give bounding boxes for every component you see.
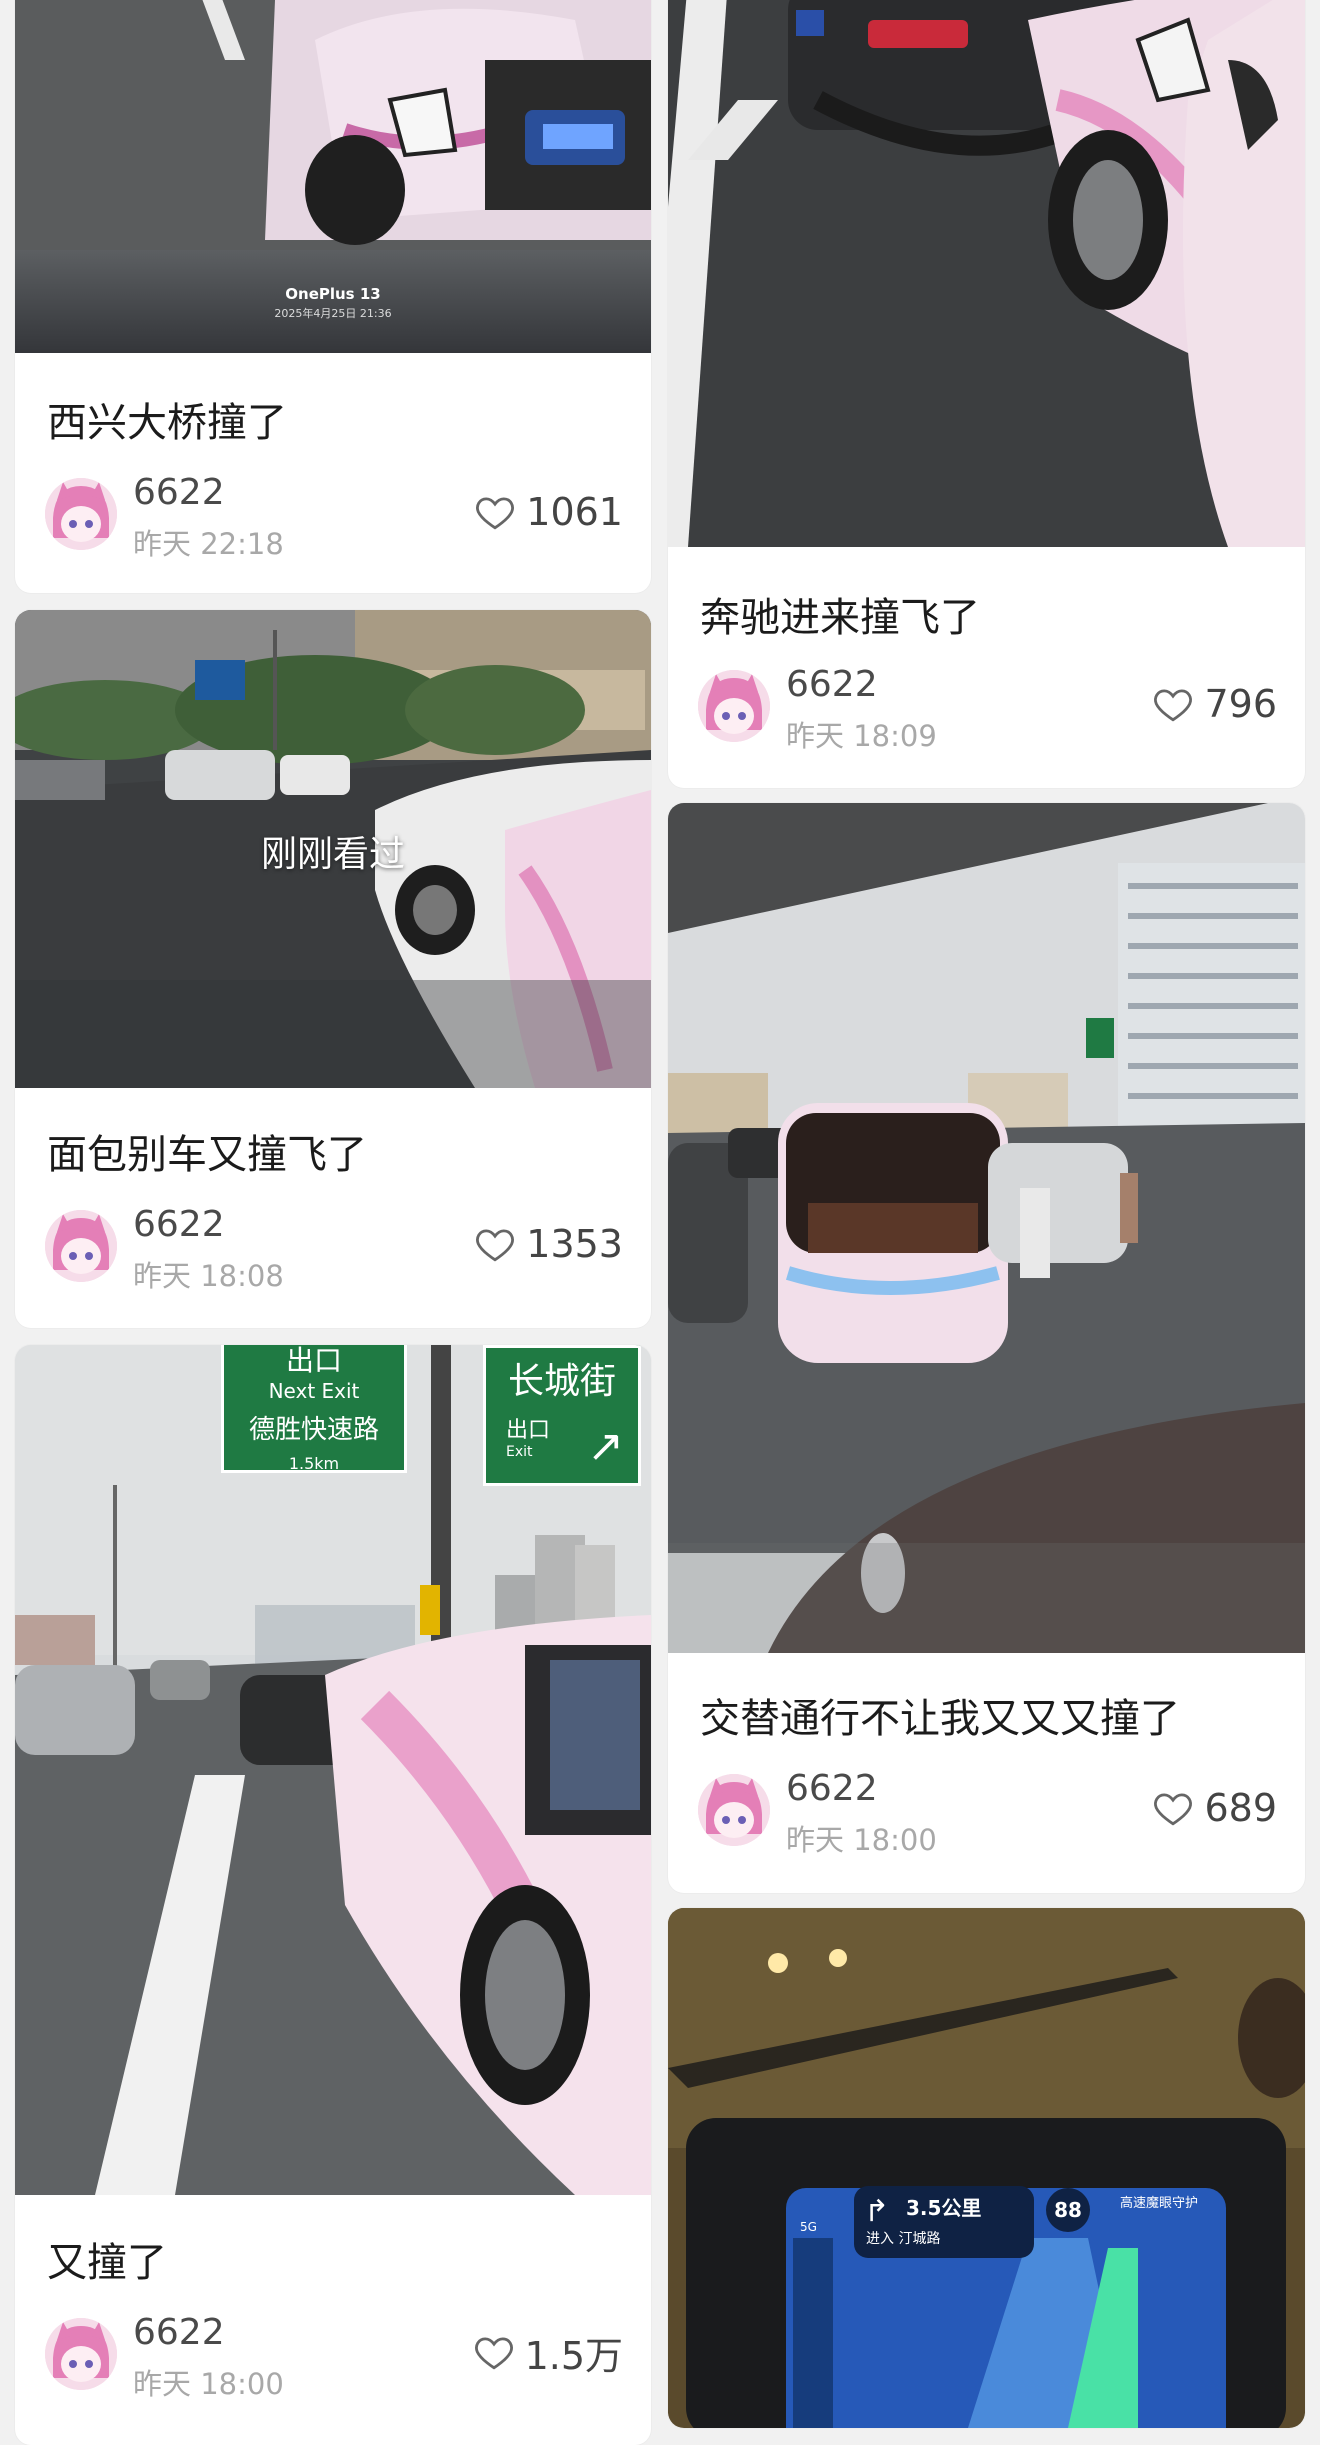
nav-distance: 3.5公里	[906, 2196, 982, 2220]
road-sign-next-exit: 出口 Next Exit 德胜快速路 1.5km	[221, 1345, 407, 1473]
sign-distance: 1.5km	[288, 1454, 340, 1473]
post-card[interactable]: 奔驰进来撞飞了 6622 昨天 18:09 796	[668, 0, 1305, 788]
author-name[interactable]: 6622	[133, 2312, 225, 2353]
post-title[interactable]: 西兴大桥撞了	[47, 390, 627, 448]
navigation-instruction-panel: ↱ 3.5公里 进入 汀城路	[854, 2186, 1034, 2258]
post-title[interactable]: 面包别车又撞飞了	[47, 1122, 627, 1180]
like-count: 1353	[526, 1222, 623, 1266]
road-sign-street: 长城街 出口 Exit ↗	[483, 1345, 641, 1486]
author-name[interactable]: 6622	[786, 1768, 878, 1809]
post-image	[668, 803, 1305, 1653]
like-button[interactable]: 689	[1152, 1784, 1277, 1832]
post-title[interactable]: 又撞了	[47, 2230, 627, 2288]
author-name[interactable]: 6622	[133, 1204, 225, 1245]
sign-next-exit-label: Next Exit	[268, 1379, 360, 1403]
avatar[interactable]	[45, 1210, 117, 1282]
turn-right-icon: ↱	[864, 2194, 890, 2229]
recently-viewed-label: 刚刚看过	[260, 834, 405, 875]
like-button[interactable]: 1.5万	[473, 2328, 623, 2378]
post-image: OnePlus 13 2025年4月25日 21:36	[15, 0, 651, 353]
post-card[interactable]: OnePlus 13 2025年4月25日 21:36 西兴大桥撞了 6622 …	[15, 0, 651, 593]
like-button[interactable]: 796	[1152, 680, 1277, 728]
sign-street-name: 长城街	[507, 1361, 616, 1402]
post-image: ↱ 3.5公里 进入 汀城路 88 高速魔眼守护 5G	[668, 1908, 1305, 2428]
heart-outline-icon	[1154, 689, 1193, 722]
like-button[interactable]: 1353	[474, 1220, 623, 1268]
like-count: 1061	[526, 490, 623, 534]
speed-limit-badge: 88	[1046, 2188, 1090, 2232]
author-name[interactable]: 6622	[133, 472, 225, 513]
post-title[interactable]: 奔驰进来撞飞了	[700, 585, 1281, 643]
post-image: 刚刚看过	[15, 610, 651, 1088]
like-count: 796	[1204, 682, 1277, 726]
post-card[interactable]: 交替通行不让我又又又撞了 6622 昨天 18:00 689	[668, 803, 1305, 1893]
post-title[interactable]: 交替通行不让我又又又撞了	[700, 1686, 1281, 1744]
network-indicator: 5G	[800, 2220, 817, 2234]
avatar[interactable]	[698, 670, 770, 742]
heart-outline-icon	[476, 497, 515, 530]
post-card[interactable]: 刚刚看过 面包别车又撞飞了 6622 昨天 18:08 1353	[15, 610, 651, 1328]
heart-outline-icon	[1154, 1793, 1193, 1826]
watermark-date: 2025年4月25日 21:36	[274, 307, 392, 320]
avatar[interactable]	[698, 1774, 770, 1846]
sign-exit-label: 出口	[285, 1345, 342, 1377]
camera-watermark: OnePlus 13 2025年4月25日 21:36	[15, 285, 651, 321]
avatar[interactable]	[45, 478, 117, 550]
like-count: 689	[1204, 1786, 1277, 1830]
post-time: 昨天 18:09	[786, 719, 937, 753]
avatar[interactable]	[45, 2318, 117, 2390]
heart-outline-icon	[476, 1229, 515, 1262]
post-time: 昨天 18:00	[786, 1823, 937, 1857]
arrow-up-right-icon: ↗	[587, 1421, 624, 1472]
post-time: 昨天 22:18	[133, 527, 284, 561]
author-name[interactable]: 6622	[786, 664, 878, 705]
post-image: 出口 Next Exit 德胜快速路 1.5km 长城街 出口 Exit ↗	[15, 1345, 651, 2195]
post-time: 昨天 18:08	[133, 1259, 284, 1293]
post-card[interactable]: 出口 Next Exit 德胜快速路 1.5km 长城街 出口 Exit ↗ 又…	[15, 1345, 651, 2445]
post-time: 昨天 18:00	[133, 2367, 284, 2401]
watermark-brand: OnePlus 13	[285, 285, 381, 303]
like-count: 1.5万	[524, 2333, 623, 2378]
heart-outline-icon	[474, 2337, 513, 2370]
post-image	[668, 0, 1305, 547]
nav-speed: 88	[1054, 2198, 1082, 2222]
nav-mode-label: 高速魔眼守护	[1120, 2196, 1199, 2211]
post-card[interactable]: ↱ 3.5公里 进入 汀城路 88 高速魔眼守护 5G	[668, 1908, 1305, 2428]
nav-road: 进入 汀城路	[866, 2231, 941, 2247]
sign-road-name: 德胜快速路	[248, 1415, 379, 1445]
like-button[interactable]: 1061	[474, 488, 623, 536]
